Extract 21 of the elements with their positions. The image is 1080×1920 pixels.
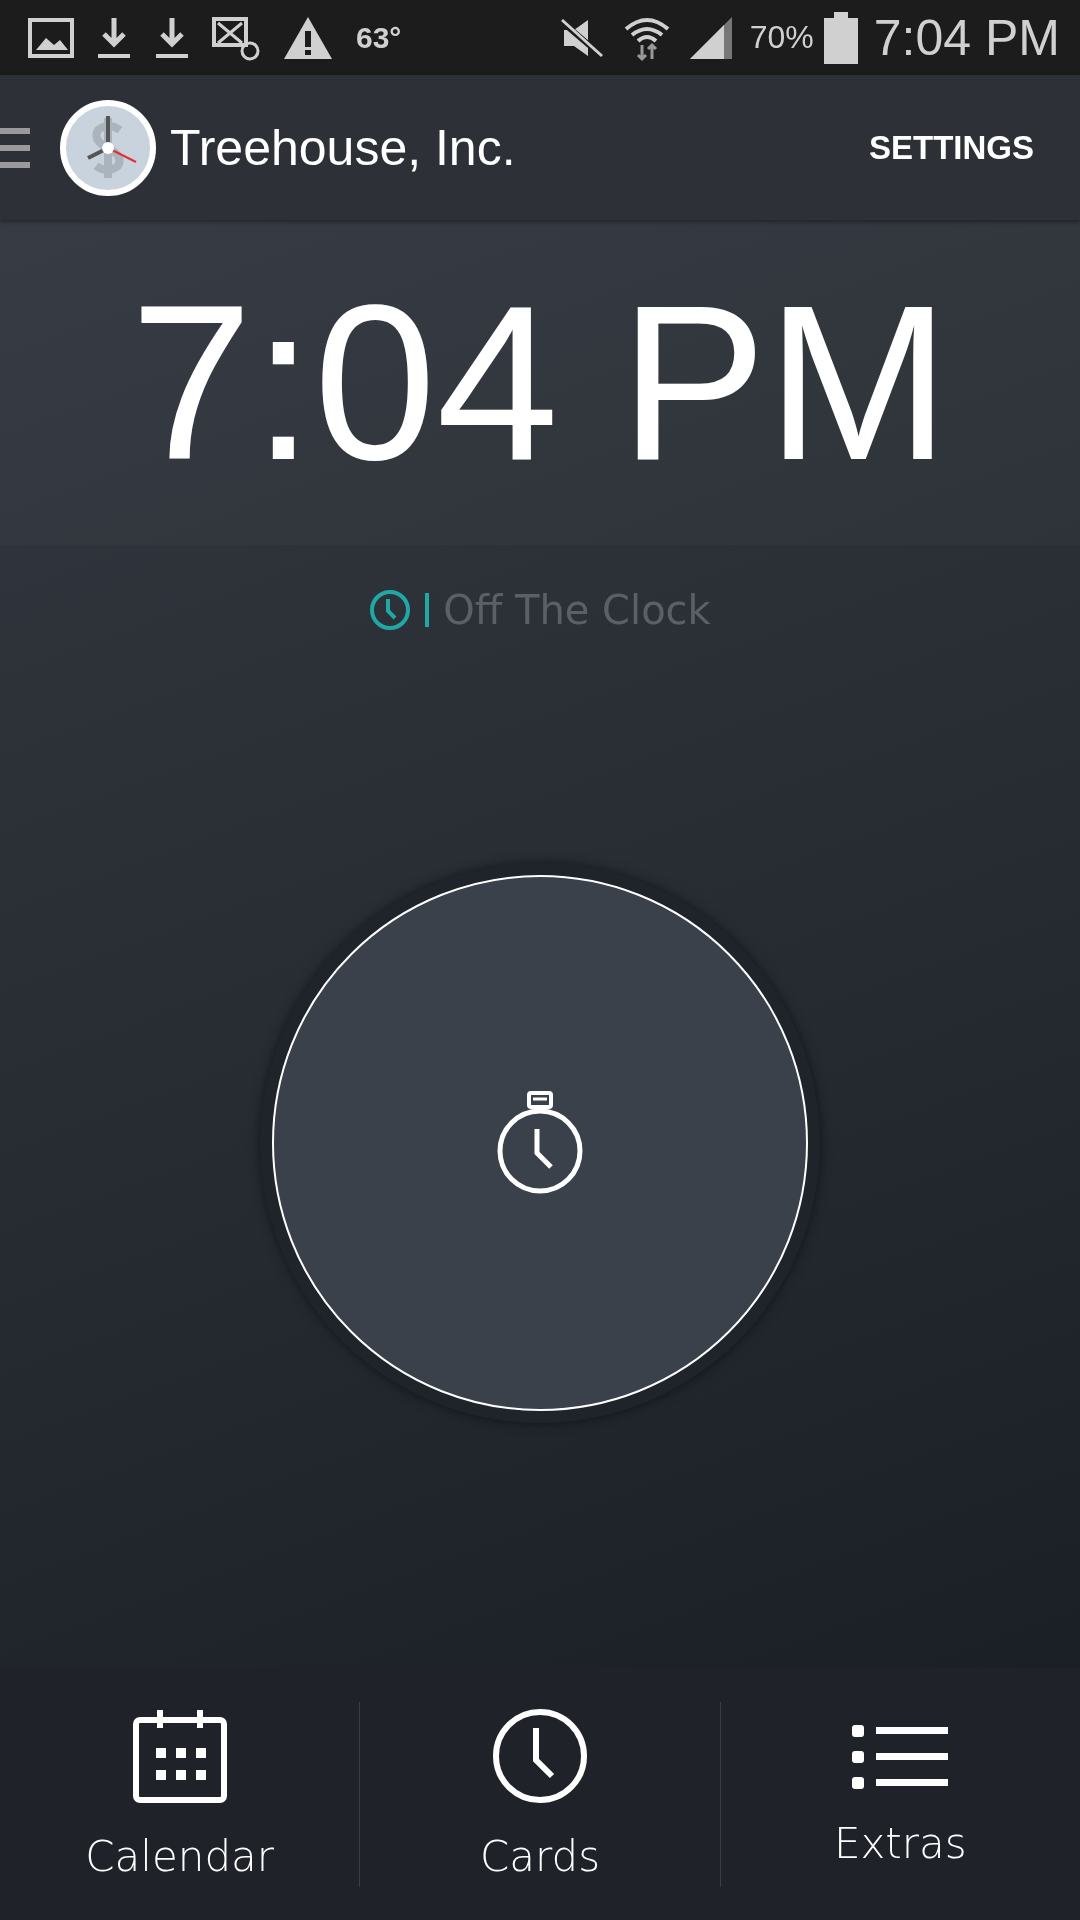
calendar-icon <box>131 1707 228 1804</box>
nav-tab[interactable]: Calendar <box>0 1707 360 1881</box>
download-icon <box>154 15 190 60</box>
temperature-text: 63° <box>356 20 402 55</box>
separator-bar <box>425 593 430 627</box>
battery-percent: 70% <box>749 19 814 56</box>
company-name: Treehouse, Inc. <box>170 118 517 177</box>
current-time: 7:04 PM <box>130 272 950 493</box>
battery-icon <box>823 11 858 64</box>
download-icon <box>96 15 132 60</box>
logo-icon <box>60 99 156 196</box>
clock-icon <box>369 589 412 631</box>
clock-icon <box>492 1707 588 1804</box>
settings-button[interactable]: SETTINGS <box>858 118 1044 177</box>
nav-tab[interactable]: Extras <box>720 1720 1080 1868</box>
picture-icon <box>28 17 74 58</box>
status-time: 7:04 PM <box>873 8 1060 67</box>
stopwatch-icon <box>495 1091 585 1195</box>
menu-icon[interactable] <box>0 125 30 170</box>
nav-tab[interactable]: Cards <box>360 1707 720 1881</box>
mail-icon <box>212 14 260 61</box>
